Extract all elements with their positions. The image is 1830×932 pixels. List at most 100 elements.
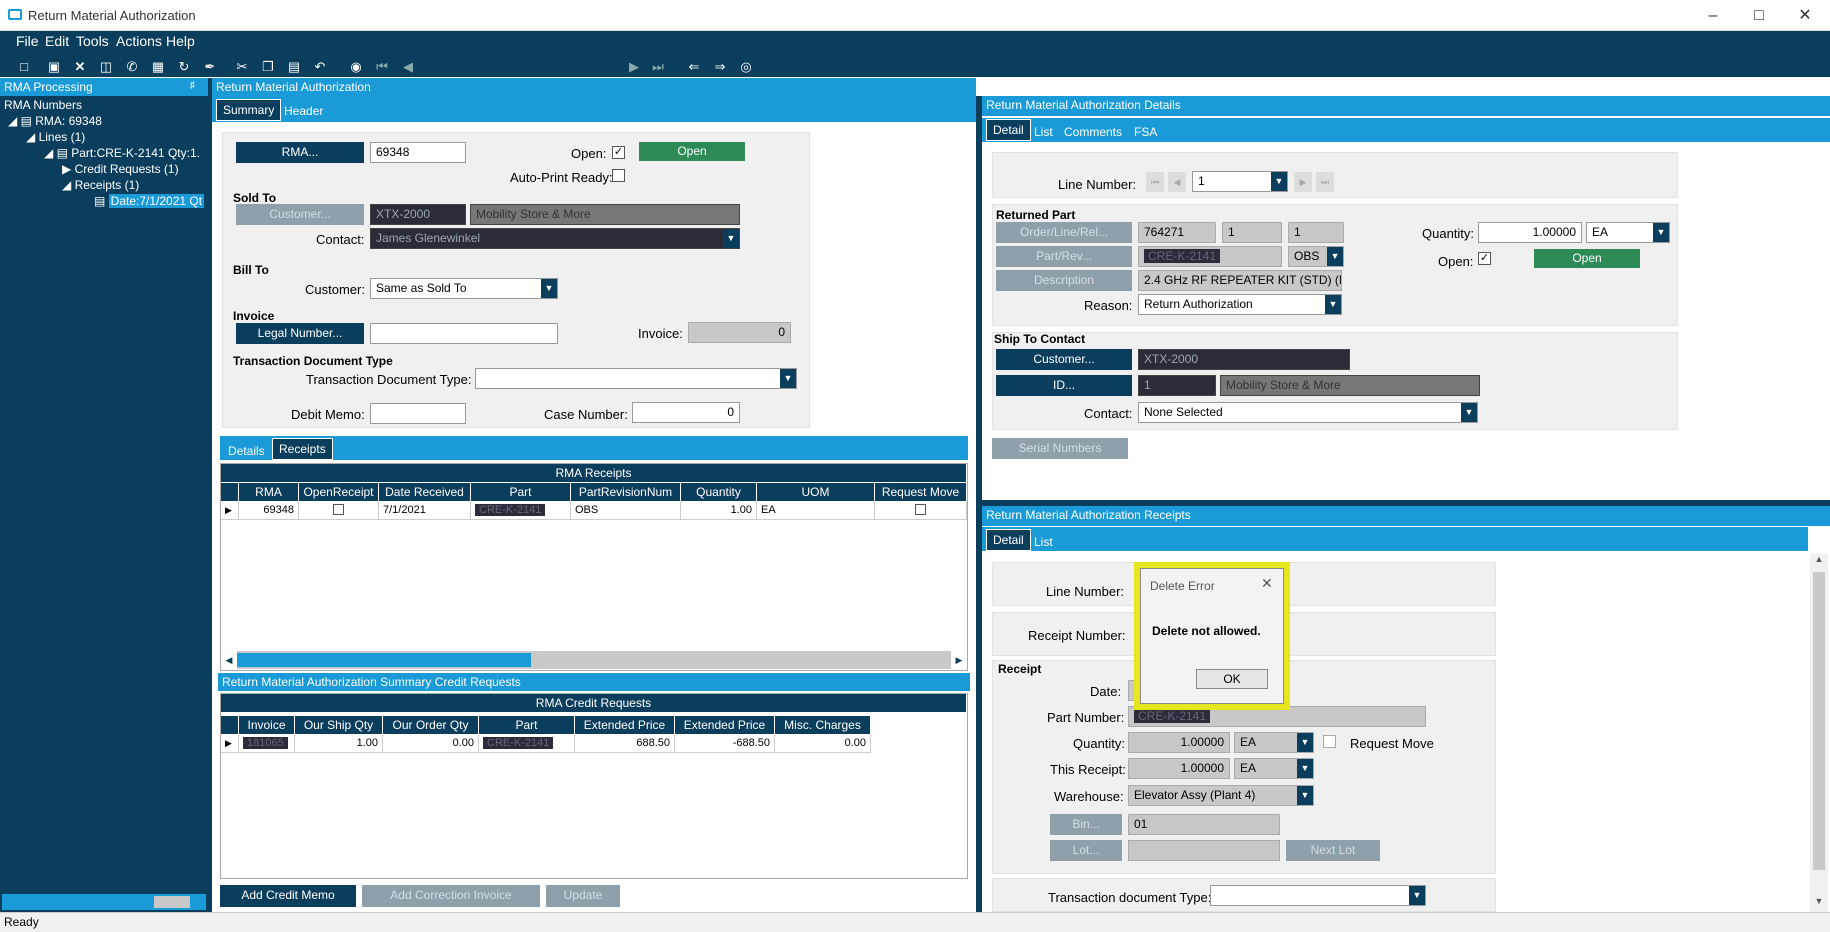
refresh-icon[interactable]: ↻ [174, 58, 194, 76]
next-lot-button[interactable]: Next Lot [1286, 840, 1380, 861]
uom-select[interactable]: EA ▼ [1586, 222, 1670, 243]
tree-item-receipt-date[interactable]: ▤ Date:7/1/2021 Qt [94, 194, 205, 208]
cell-order-qty[interactable]: 0.00 [383, 735, 479, 753]
rma-field[interactable]: 69348 [370, 142, 466, 163]
legal-number-field[interactable] [370, 323, 558, 344]
tab-list[interactable]: List [1028, 122, 1059, 142]
rma-button[interactable]: RMA... [236, 142, 364, 163]
tdt-select[interactable]: ▼ [475, 368, 797, 389]
phone-icon[interactable]: ✆ [122, 58, 142, 76]
receipt-tdt-select[interactable]: ▼ [1210, 885, 1426, 906]
forward-icon[interactable]: ⇒ [710, 58, 730, 76]
col-header[interactable]: Our Order Qty [383, 716, 479, 734]
tab-detail[interactable]: Detail [986, 119, 1031, 141]
scroll-left-icon[interactable]: ◀ [221, 651, 237, 669]
bin-field[interactable]: 01 [1128, 814, 1280, 835]
menu-file[interactable]: File [16, 33, 39, 49]
receipts-tab-detail[interactable]: Detail [986, 529, 1031, 551]
cut-icon[interactable]: ✂ [232, 58, 252, 76]
tab-receipts[interactable]: Receipts [272, 438, 333, 460]
col-header[interactable]: Part [479, 716, 575, 734]
row-selector[interactable]: ▶ [221, 502, 239, 520]
cell-extended-price[interactable]: 688.50 [575, 735, 675, 753]
debit-memo-field[interactable] [370, 403, 466, 424]
receipts-hscrollbar[interactable]: ◀ ▶ [221, 651, 967, 669]
tree-item-rma[interactable]: ◢ ▤ RMA: 69348 [8, 114, 102, 128]
bill-customer-select[interactable]: Same as Sold To ▼ [370, 278, 558, 299]
warehouse-select[interactable]: Elevator Assy (Plant 4) ▼ [1128, 785, 1314, 806]
cell-invoice[interactable]: 181065 [239, 735, 295, 753]
cell-misc-charges[interactable]: 0.00 [775, 735, 871, 753]
tree-item-credit-requests[interactable]: ▶ Credit Requests (1) [62, 162, 179, 176]
line-first-icon[interactable]: ⏮ [1146, 172, 1164, 192]
quantity-field[interactable]: 1.00000 [1478, 222, 1582, 243]
tab-fsa[interactable]: FSA [1128, 122, 1163, 142]
serial-numbers-button[interactable]: Serial Numbers [992, 438, 1128, 459]
cell-ship-qty[interactable]: 1.00 [295, 735, 383, 753]
scroll-up-icon[interactable]: ▲ [1810, 554, 1828, 570]
new-icon[interactable]: □ [14, 58, 34, 76]
col-header[interactable]: OpenReceipt [299, 483, 379, 501]
part-rev-button[interactable]: Part/Rev... [996, 246, 1132, 267]
add-credit-memo-button[interactable]: Add Credit Memo [220, 885, 356, 907]
ship-customer-field[interactable]: XTX-2000 [1138, 349, 1350, 370]
col-header[interactable]: Quantity [681, 483, 757, 501]
tab-header[interactable]: Header [278, 101, 329, 121]
ship-id-field[interactable]: 1 [1138, 375, 1216, 396]
menu-edit[interactable]: Edit [45, 33, 69, 49]
cell-rma[interactable]: 69348 [239, 502, 299, 520]
receipt-quantity-uom[interactable]: EA ▼ [1234, 732, 1314, 753]
menu-actions[interactable]: Actions [116, 33, 162, 49]
ship-id-button[interactable]: ID... [996, 375, 1132, 396]
cell-extended-price-2[interactable]: -688.50 [675, 735, 775, 753]
line-prev-icon[interactable]: ◀ [1168, 172, 1186, 192]
attach-icon[interactable]: ◫ [96, 58, 116, 76]
tab-details[interactable]: Details [222, 441, 271, 461]
col-header[interactable]: RMA [239, 483, 299, 501]
last-record-icon[interactable]: ⏭ [648, 58, 668, 76]
next-record-icon[interactable]: ▶ [624, 58, 644, 76]
lot-button[interactable]: Lot... [1050, 840, 1122, 861]
order-line-rel-button[interactable]: Order/Line/Rel... [996, 222, 1132, 243]
col-header[interactable]: Extended Price [675, 716, 775, 734]
line-last-icon[interactable]: ⏭ [1316, 172, 1334, 192]
clear-icon[interactable]: ✒ [200, 58, 220, 76]
line-next-icon[interactable]: ▶ [1294, 172, 1312, 192]
case-number-field[interactable]: 0 [632, 402, 740, 423]
chevron-down-icon[interactable]: ▼ [780, 369, 796, 388]
tree-item-receipts[interactable]: ◢ Receipts (1) [62, 178, 139, 192]
cell-part[interactable]: CRE-K-2141 [471, 502, 571, 520]
col-header[interactable] [221, 483, 239, 501]
minimize-button[interactable]: – [1690, 0, 1736, 31]
menu-tools[interactable]: Tools [76, 33, 109, 49]
this-receipt-field[interactable]: 1.00000 [1128, 758, 1230, 779]
legal-number-button[interactable]: Legal Number... [236, 323, 364, 344]
request-move-checkbox[interactable] [915, 504, 926, 515]
add-correction-invoice-button[interactable]: Add Correction Invoice [362, 885, 540, 907]
delete-icon[interactable]: ✕ [70, 58, 90, 76]
pin-icon[interactable]: ♯ [190, 80, 195, 91]
prev-record-icon[interactable]: ◀ [398, 58, 418, 76]
col-header[interactable]: Request Move [875, 483, 967, 501]
receipts-tab-list[interactable]: List [1028, 532, 1059, 552]
copy-icon[interactable]: ❐ [258, 58, 278, 76]
chevron-down-icon[interactable]: ▼ [723, 229, 739, 248]
scroll-thumb[interactable] [237, 653, 531, 667]
chevron-down-icon[interactable]: ▼ [1297, 786, 1313, 805]
sold-to-customer-id[interactable]: XTX-2000 [370, 204, 466, 225]
row-selector[interactable]: ▶ [221, 735, 239, 753]
undo-icon[interactable]: ↶ [310, 58, 330, 76]
tree-item-part[interactable]: ◢ ▤ Part:CRE-K-2141 Qty:1. [44, 146, 200, 160]
chevron-down-icon[interactable]: ▼ [1653, 223, 1669, 242]
request-move-checkbox[interactable] [1323, 735, 1336, 748]
left-divider[interactable] [208, 78, 212, 912]
description-button[interactable]: Description [996, 270, 1132, 291]
col-header[interactable]: Date Received [379, 483, 471, 501]
col-header[interactable]: Extended Price [575, 716, 675, 734]
chevron-down-icon[interactable]: ▼ [1297, 759, 1313, 778]
cell-part-rev[interactable]: OBS [571, 502, 681, 520]
receipt-quantity-field[interactable]: 1.00000 [1128, 732, 1230, 753]
col-header[interactable]: PartRevisionNum [571, 483, 681, 501]
tab-summary[interactable]: Summary [216, 99, 282, 121]
this-receipt-uom[interactable]: EA ▼ [1234, 758, 1314, 779]
